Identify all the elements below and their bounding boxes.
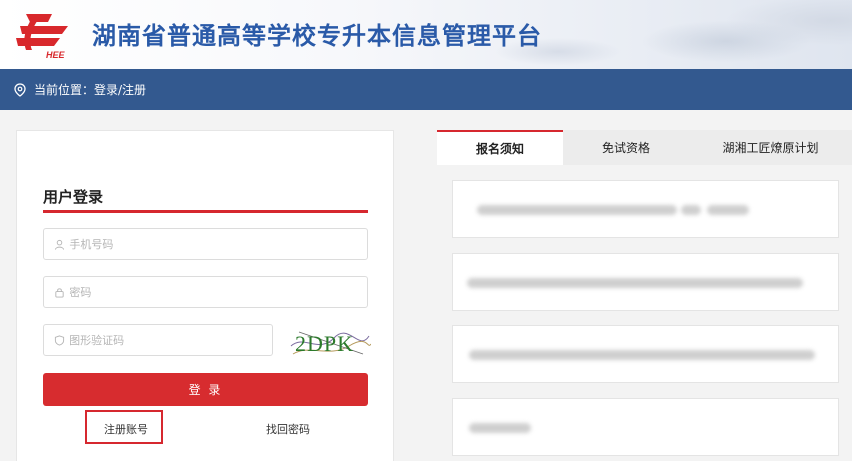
login-title: 用户登录 — [43, 188, 104, 206]
captcha-field[interactable] — [43, 324, 273, 356]
tab-registration-notice[interactable]: 报名须知 — [437, 130, 563, 165]
password-field[interactable] — [43, 276, 368, 308]
forgot-password-link[interactable]: 找回密码 — [266, 421, 310, 437]
breadcrumb-text: 当前位置：登录/注册 — [34, 83, 147, 97]
register-link[interactable]: 注册账号 — [104, 421, 148, 437]
captcha-text: 2DPK — [295, 331, 354, 356]
list-item[interactable] — [452, 253, 839, 311]
notice-panel: 报名须知 免试资格 湖湘工匠燎原计划 — [437, 130, 852, 461]
location-pin-icon — [14, 82, 26, 97]
tab-exam-exemption[interactable]: 免试资格 — [563, 130, 689, 165]
list-item[interactable] — [452, 398, 839, 456]
phone-field[interactable] — [43, 228, 368, 260]
tab-craftsman-plan[interactable]: 湖湘工匠燎原计划 — [689, 130, 852, 165]
list-item[interactable] — [452, 180, 839, 238]
site-logo[interactable]: HEE — [12, 8, 78, 62]
login-button[interactable]: 登 录 — [43, 373, 368, 406]
user-icon — [54, 238, 65, 250]
logo-text: HEE — [46, 50, 66, 60]
notice-tabs: 报名须知 免试资格 湖湘工匠燎原计划 — [437, 130, 852, 165]
captcha-input[interactable] — [69, 333, 272, 347]
list-item[interactable] — [452, 325, 839, 383]
phone-input[interactable] — [69, 237, 367, 251]
site-title: 湖南省普通高等学校专升本信息管理平台 — [92, 22, 542, 50]
site-header: HEE 湖南省普通高等学校专升本信息管理平台 — [0, 0, 852, 69]
login-title-underline — [43, 210, 368, 213]
lock-icon — [54, 286, 65, 298]
login-panel: 用户登录 2DPK 登 录 注册账号 找回密码 — [16, 130, 394, 461]
breadcrumb: 当前位置：登录/注册 — [0, 69, 852, 110]
shield-icon — [54, 334, 65, 346]
password-input[interactable] — [69, 285, 367, 299]
captcha-image[interactable]: 2DPK — [289, 324, 371, 360]
